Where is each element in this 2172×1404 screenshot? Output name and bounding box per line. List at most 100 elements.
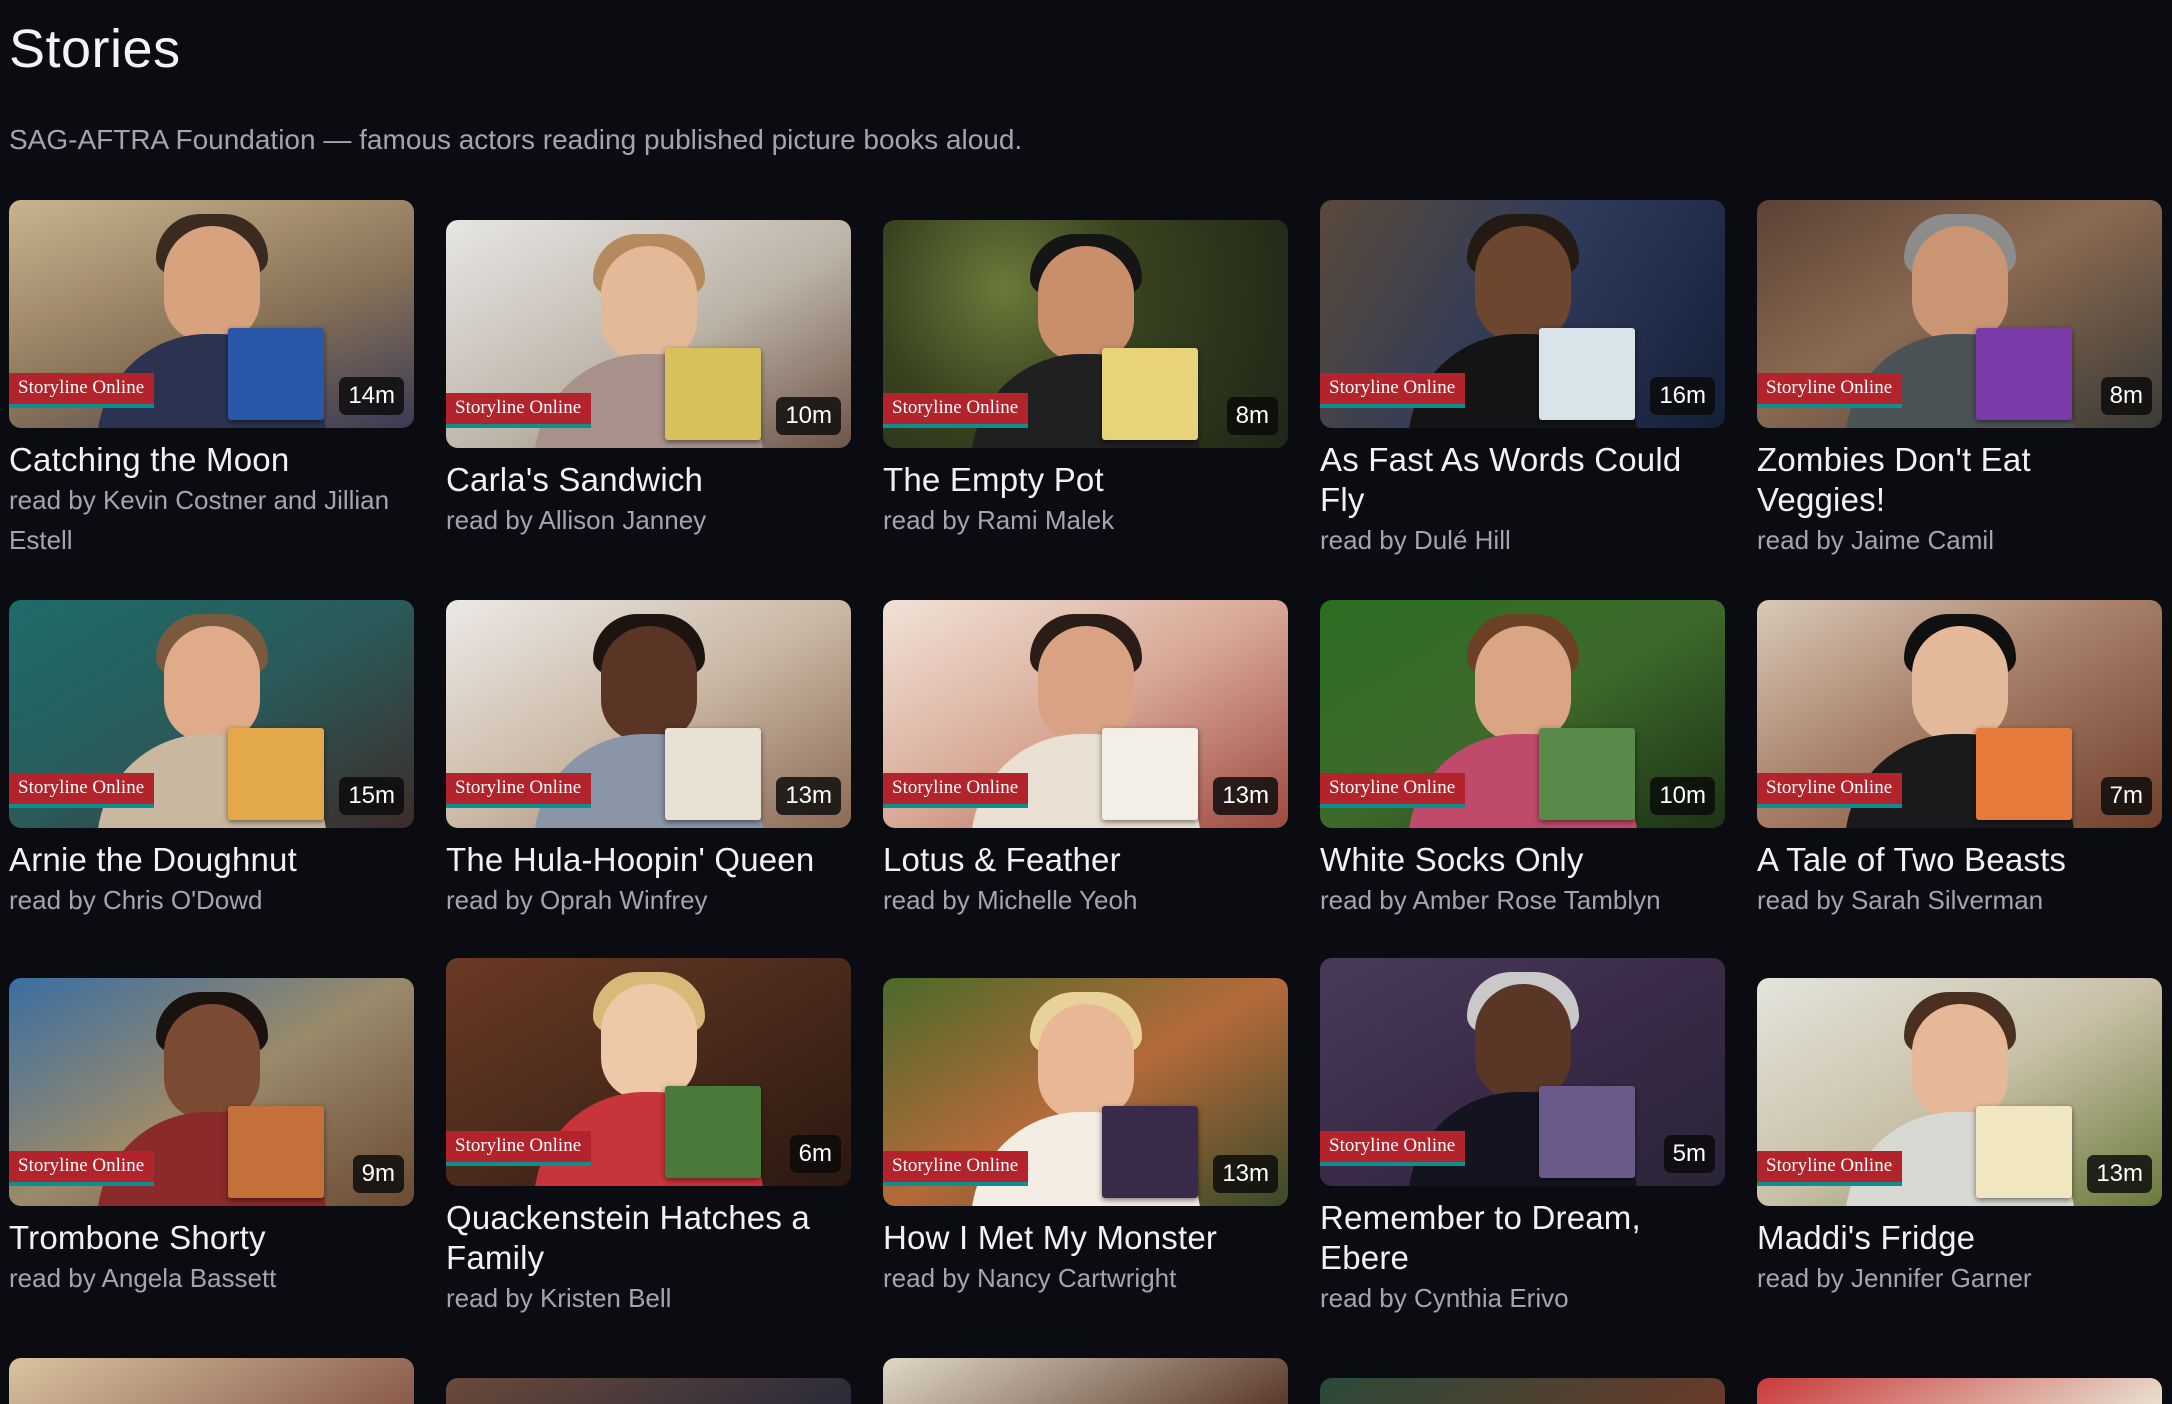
story-card[interactable]: Storyline Online 15m Arnie the Doughnut … — [9, 600, 414, 920]
storyline-online-badge: Storyline Online — [1757, 1151, 1903, 1186]
story-reader: read by Sarah Silverman — [1757, 885, 2044, 915]
story-card[interactable]: Storyline Online 6m Quackenstein Hatches… — [446, 958, 851, 1318]
story-thumbnail[interactable]: Storyline Online 14m — [9, 200, 414, 428]
story-thumbnail[interactable]: Storyline Online 10m — [1320, 600, 1725, 828]
story-reader: read by Jennifer Garner — [1757, 1263, 2032, 1293]
storyline-online-badge: Storyline Online — [883, 393, 1029, 428]
duration-badge: 13m — [776, 777, 841, 815]
duration-badge: 15m — [339, 777, 404, 815]
story-card[interactable]: Storyline Online 13m Lotus & Feather rea… — [883, 600, 1288, 920]
story-title[interactable]: How I Met My Monster — [883, 1218, 1288, 1258]
story-thumbnail-partial[interactable] — [1757, 1378, 2162, 1404]
story-title[interactable]: Quackenstein Hatches a Family — [446, 1198, 851, 1278]
story-title[interactable]: The Empty Pot — [883, 460, 1288, 500]
story-title[interactable]: Zombies Don't Eat Veggies! — [1757, 440, 2162, 520]
duration-badge: 13m — [2087, 1155, 2152, 1193]
storyline-online-badge: Storyline Online — [9, 373, 155, 408]
story-title[interactable]: Carla's Sandwich — [446, 460, 851, 500]
book-cover-image — [1101, 728, 1198, 820]
duration-badge: 9m — [352, 1155, 404, 1193]
story-title[interactable]: Lotus & Feather — [883, 840, 1288, 880]
duration-badge: 13m — [1213, 1155, 1278, 1193]
story-reader: read by Amber Rose Tamblyn — [1320, 885, 1661, 915]
story-thumbnail-partial[interactable] — [883, 1358, 1288, 1404]
story-card[interactable]: Storyline Online 5m Remember to Dream, E… — [1320, 958, 1725, 1318]
storyline-online-badge: Storyline Online — [446, 1131, 592, 1166]
book-cover-image — [1538, 328, 1635, 420]
book-cover-image — [227, 328, 324, 420]
story-thumbnail[interactable]: Storyline Online 13m — [883, 978, 1288, 1206]
story-thumbnail[interactable]: Storyline Online 8m — [883, 220, 1288, 448]
story-thumbnail[interactable]: Storyline Online 13m — [446, 600, 851, 828]
story-thumbnail[interactable]: Storyline Online 9m — [9, 978, 414, 1206]
story-title[interactable]: Trombone Shorty — [9, 1218, 414, 1258]
duration-badge: 8m — [2100, 377, 2152, 415]
story-title[interactable]: The Hula-Hoopin' Queen — [446, 840, 851, 880]
story-reader: read by Michelle Yeoh — [883, 885, 1138, 915]
story-card[interactable]: Storyline Online 16m As Fast As Words Co… — [1320, 200, 1725, 560]
story-title[interactable]: A Tale of Two Beasts — [1757, 840, 2162, 880]
story-thumbnail[interactable]: Storyline Online 15m — [9, 600, 414, 828]
story-thumbnail[interactable]: Storyline Online 16m — [1320, 200, 1725, 428]
story-title[interactable]: Maddi's Fridge — [1757, 1218, 2162, 1258]
story-card[interactable]: Storyline Online 13m Maddi's Fridge read… — [1757, 978, 2162, 1298]
story-card[interactable]: Storyline Online 13m The Hula-Hoopin' Qu… — [446, 600, 851, 920]
story-card[interactable]: Storyline Online 10m White Socks Only re… — [1320, 600, 1725, 920]
book-cover-image — [1538, 728, 1635, 820]
storyline-online-badge: Storyline Online — [1757, 373, 1903, 408]
storyline-online-badge: Storyline Online — [883, 1151, 1029, 1186]
story-title[interactable]: Remember to Dream, Ebere — [1320, 1198, 1725, 1278]
story-reader: read by Kristen Bell — [446, 1283, 672, 1313]
duration-badge: 6m — [789, 1135, 841, 1173]
story-card[interactable]: Storyline Online 8m Zombies Don't Eat Ve… — [1757, 200, 2162, 560]
duration-badge: 10m — [1650, 777, 1715, 815]
story-card[interactable]: Storyline Online 13m How I Met My Monste… — [883, 978, 1288, 1298]
story-thumbnail[interactable]: Storyline Online 13m — [883, 600, 1288, 828]
storyline-online-badge: Storyline Online — [1320, 773, 1466, 808]
story-reader: read by Dulé Hill — [1320, 525, 1511, 555]
duration-badge: 10m — [776, 397, 841, 435]
story-thumbnail-partial[interactable] — [1320, 1378, 1725, 1404]
story-reader: read by Jaime Camil — [1757, 525, 1994, 555]
story-title[interactable]: Arnie the Doughnut — [9, 840, 414, 880]
story-thumbnail[interactable]: Storyline Online 10m — [446, 220, 851, 448]
story-title[interactable]: Catching the Moon — [9, 440, 414, 480]
story-card[interactable]: Storyline Online 8m The Empty Pot read b… — [883, 220, 1288, 540]
story-thumbnail[interactable]: Storyline Online 7m — [1757, 600, 2162, 828]
story-reader: read by Chris O'Dowd — [9, 885, 263, 915]
story-thumbnail[interactable]: Storyline Online 6m — [446, 958, 851, 1186]
story-thumbnail[interactable]: Storyline Online 13m — [1757, 978, 2162, 1206]
story-thumbnail[interactable]: Storyline Online 5m — [1320, 958, 1725, 1186]
story-reader: read by Rami Malek — [883, 505, 1115, 535]
book-cover-image — [1975, 1106, 2072, 1198]
page-subtitle: SAG-AFTRA Foundation — famous actors rea… — [9, 124, 1023, 155]
story-reader: read by Angela Bassett — [9, 1263, 277, 1293]
book-cover-image — [227, 728, 324, 820]
story-title[interactable]: As Fast As Words Could Fly — [1320, 440, 1725, 520]
story-card[interactable]: Storyline Online 7m A Tale of Two Beasts… — [1757, 600, 2162, 920]
book-cover-image — [1975, 328, 2072, 420]
story-thumbnail-partial[interactable] — [446, 1378, 851, 1404]
story-reader: read by Allison Janney — [446, 505, 707, 535]
storyline-online-badge: Storyline Online — [1320, 1131, 1466, 1166]
duration-badge: 14m — [339, 377, 404, 415]
story-card[interactable]: Storyline Online 10m Carla's Sandwich re… — [446, 220, 851, 540]
storyline-online-badge: Storyline Online — [446, 393, 592, 428]
duration-badge: 8m — [1226, 397, 1278, 435]
duration-badge: 7m — [2100, 777, 2152, 815]
story-card[interactable]: Storyline Online 14m Catching the Moon r… — [9, 200, 414, 560]
duration-badge: 5m — [1663, 1135, 1715, 1173]
story-card[interactable]: Storyline Online 9m Trombone Shorty read… — [9, 978, 414, 1298]
book-cover-image — [1101, 1106, 1198, 1198]
story-title[interactable]: White Socks Only — [1320, 840, 1725, 880]
storyline-online-badge: Storyline Online — [883, 773, 1029, 808]
storyline-online-badge: Storyline Online — [1320, 373, 1466, 408]
page-title: Stories — [9, 19, 181, 79]
story-thumbnail-partial[interactable] — [9, 1358, 414, 1404]
story-reader: read by Cynthia Erivo — [1320, 1283, 1569, 1313]
storyline-online-badge: Storyline Online — [446, 773, 592, 808]
book-cover-image — [1538, 1086, 1635, 1178]
story-thumbnail[interactable]: Storyline Online 8m — [1757, 200, 2162, 428]
storyline-online-badge: Storyline Online — [1757, 773, 1903, 808]
story-reader: read by Kevin Costner and Jillian Estell — [9, 485, 390, 555]
